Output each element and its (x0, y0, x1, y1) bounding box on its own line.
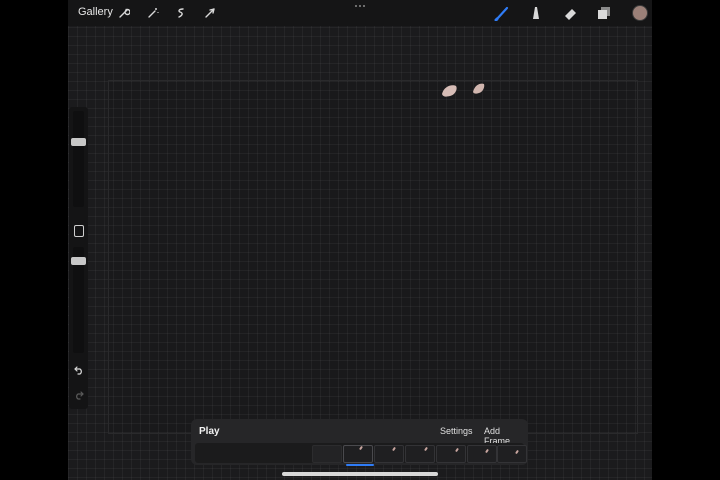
play-button[interactable]: Play (199, 426, 220, 437)
smudge-icon[interactable] (528, 5, 544, 21)
frame-timeline[interactable] (195, 443, 527, 463)
opacity-thumb[interactable] (71, 257, 86, 265)
procreate-screen: Gallery Play Settings Add Frame (68, 0, 652, 480)
redo-icon[interactable] (72, 388, 86, 402)
color-picker-swatch[interactable] (632, 5, 648, 21)
animation-assist-bar: Play Settings Add Frame (191, 419, 528, 465)
undo-icon[interactable] (72, 363, 86, 377)
timeline-frame-3[interactable] (374, 445, 404, 463)
modify-button[interactable] (74, 225, 84, 237)
timeline-frame-7[interactable] (497, 445, 527, 463)
gallery-button[interactable]: Gallery (78, 6, 113, 18)
magic-wand-icon[interactable] (145, 5, 161, 21)
transform-arrow-icon[interactable] (202, 5, 218, 21)
timeline-frame-5[interactable] (436, 445, 466, 463)
wrench-icon[interactable] (116, 5, 132, 21)
top-toolbar: Gallery (68, 0, 652, 26)
layers-icon[interactable] (596, 5, 612, 21)
drawing-strokes (442, 83, 485, 97)
timeline-frame-4[interactable] (405, 445, 435, 463)
brush-size-slider[interactable] (73, 111, 84, 207)
settings-button[interactable]: Settings (440, 426, 473, 436)
home-indicator[interactable] (282, 472, 438, 476)
timeline-frame-1[interactable] (312, 445, 342, 463)
brush-size-thumb[interactable] (71, 138, 86, 146)
drawing-canvas[interactable] (108, 80, 638, 434)
timeline-frame-6[interactable] (467, 445, 497, 463)
timeline-frame-2[interactable] (343, 445, 373, 463)
left-sidebar (69, 107, 88, 409)
selection-icon[interactable] (173, 5, 189, 21)
toolbar-grabber[interactable] (354, 3, 366, 9)
eraser-icon[interactable] (562, 5, 578, 21)
brush-icon[interactable] (494, 5, 510, 21)
selected-frame-indicator (346, 464, 374, 466)
